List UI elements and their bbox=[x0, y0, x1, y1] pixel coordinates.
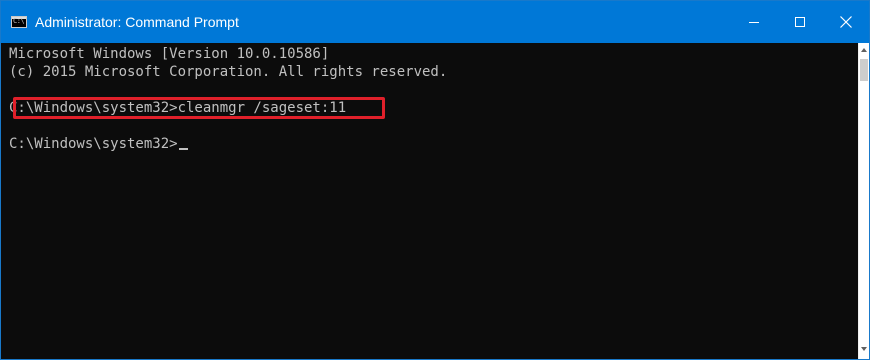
maximize-button[interactable] bbox=[777, 1, 823, 43]
scroll-up-icon[interactable] bbox=[861, 48, 867, 52]
cmd-icon-glyph: C:\ bbox=[13, 17, 25, 25]
minimize-button[interactable] bbox=[731, 1, 777, 43]
scroll-thumb[interactable] bbox=[860, 59, 868, 81]
close-icon bbox=[840, 16, 852, 28]
cmd-icon[interactable]: C:\ bbox=[11, 16, 27, 28]
console-line-copyright: (c) 2015 Microsoft Corporation. All righ… bbox=[9, 64, 448, 80]
minimize-icon bbox=[749, 22, 759, 23]
vertical-scrollbar[interactable] bbox=[858, 43, 869, 359]
console-prompt: C:\Windows\system32> bbox=[9, 136, 178, 152]
maximize-icon bbox=[795, 17, 805, 27]
close-button[interactable] bbox=[823, 1, 869, 43]
title-bar[interactable]: C:\ Administrator: Command Prompt bbox=[1, 1, 869, 43]
console-prompt-line[interactable]: C:\Windows\system32> bbox=[9, 135, 188, 153]
text-cursor bbox=[178, 148, 188, 150]
command-highlight-box bbox=[13, 97, 385, 119]
console-line-version: Microsoft Windows [Version 10.0.10586] bbox=[9, 46, 330, 62]
command-prompt-window: C:\ Administrator: Command Prompt Micros… bbox=[0, 0, 870, 360]
window-title: Administrator: Command Prompt bbox=[35, 14, 239, 30]
scroll-down-icon[interactable] bbox=[861, 347, 867, 351]
console-output[interactable]: Microsoft Windows [Version 10.0.10586] (… bbox=[1, 43, 858, 359]
